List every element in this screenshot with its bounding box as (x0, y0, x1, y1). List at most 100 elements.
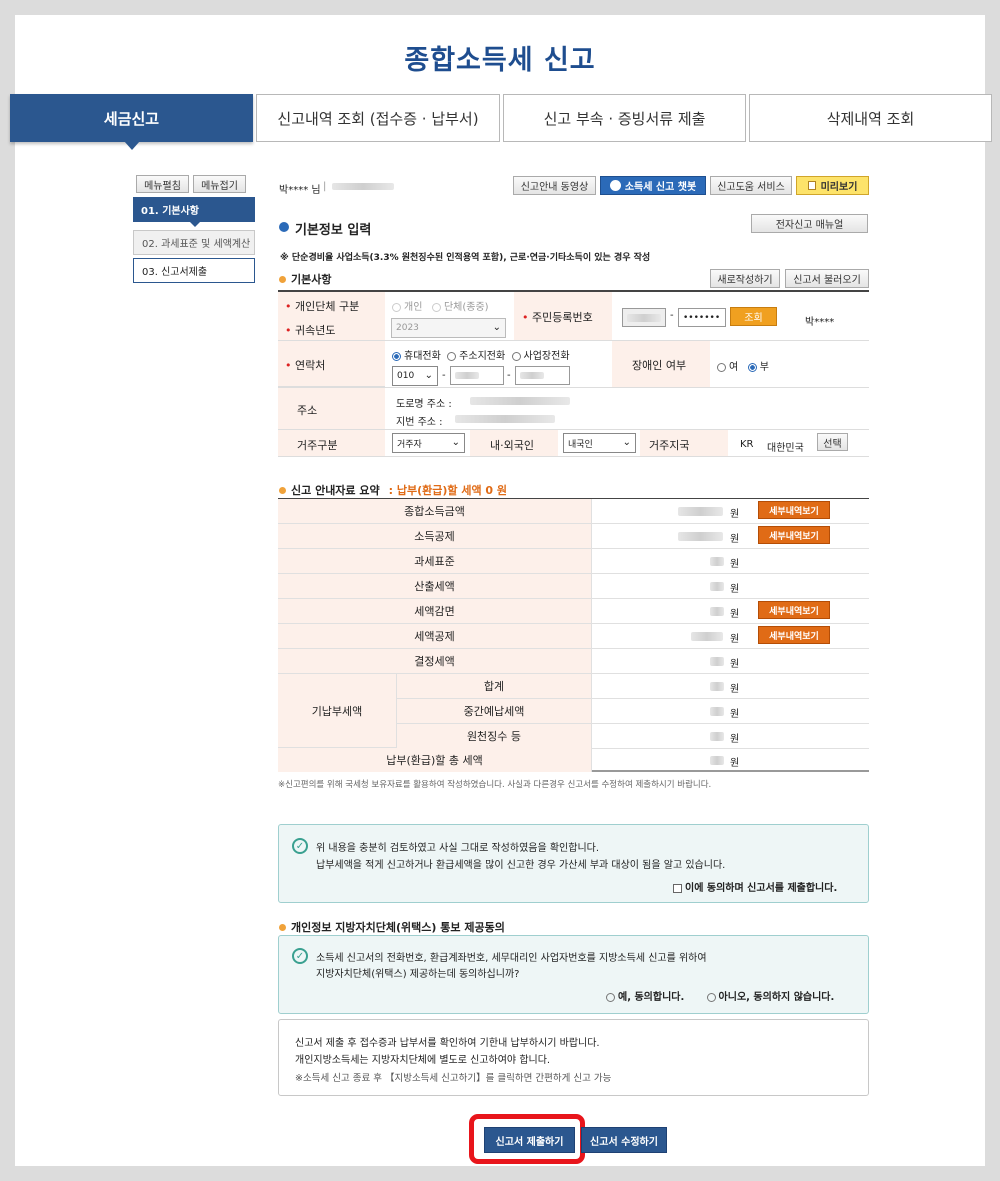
radio-individual[interactable] (392, 302, 401, 312)
preview-label: 미리보기 (820, 182, 858, 193)
e-filing-manual-button[interactable]: 전자신고 매뉴얼 (751, 214, 868, 233)
unit-won: 원 (730, 559, 740, 570)
active-tab-pointer (124, 141, 140, 150)
tab-tax-filing[interactable]: 세금신고 (10, 94, 253, 142)
radio-privacy-no[interactable] (706, 992, 716, 1002)
agree-checkbox[interactable] (673, 883, 682, 893)
country-label: 거주지국 (649, 439, 690, 452)
residence-select[interactable]: 거주자 ⌄ (392, 433, 465, 453)
prepaid-label: 기납부세액 (278, 674, 397, 748)
summary-row-label: 과세표준 (278, 549, 591, 573)
type-radio-group[interactable]: 개인 단체(종중) (392, 298, 489, 313)
agree-checkbox-label[interactable]: 이에 동의하며 신고서를 제출합니다. (673, 879, 837, 894)
residence-label: 거주구분 (297, 439, 338, 452)
rrn-dash: - (670, 310, 674, 321)
help-service-button[interactable]: 신고도움 서비스 (710, 176, 792, 195)
summary-row: 원천징수 등 원 (397, 724, 869, 749)
privacy-radio-group[interactable]: 예, 동의합니다. 아니오, 동의하지 않습니다. (606, 988, 834, 1003)
load-form-button[interactable]: 신고서 불러오기 (785, 269, 869, 288)
summary-column-divider (591, 499, 592, 772)
phone-prefix-select[interactable]: 010 ⌄ (392, 366, 438, 386)
address-label: 주소 (297, 404, 318, 417)
type-label: • 개인단체 구분 (285, 300, 360, 313)
preview-button[interactable]: 미리보기 (796, 176, 869, 195)
edit-return-button[interactable]: 신고서 수정하기 (581, 1127, 667, 1153)
chevron-down-icon: ⌄ (424, 370, 433, 381)
guide-video-button[interactable]: 신고안내 동영상 (513, 176, 596, 195)
value-blurred (710, 756, 724, 765)
basic-section-title: 기본사항 (279, 271, 331, 287)
summary-row-label: 합계 (397, 674, 591, 698)
summary-row-label: 종합소득금액 (278, 499, 591, 523)
step-submit[interactable]: 03. 신고서제출 (133, 258, 255, 283)
summary-row: 결정세액 원 (278, 649, 869, 674)
radio-disability-no[interactable] (747, 362, 757, 372)
submit-return-button[interactable]: 신고서 제출하기 (484, 1127, 575, 1153)
detail-button[interactable]: 세부내역보기 (758, 501, 830, 519)
label-cell-bg (278, 388, 385, 429)
radio-disability-yes[interactable] (717, 362, 726, 372)
radio-office-phone[interactable] (511, 351, 521, 361)
value-blurred (710, 657, 724, 666)
row-divider (278, 429, 869, 430)
road-address-label: 도로명 주소 : (396, 399, 452, 410)
section-bullet-icon (279, 222, 289, 232)
value-blurred (710, 732, 724, 741)
unit-won: 원 (730, 684, 740, 695)
check-circle-icon: ✓ (292, 838, 308, 854)
rrn-front-input[interactable] (622, 308, 666, 327)
privacy-box: ✓ 소득세 신고서의 전화번호, 환급계좌번호, 세무대리인 사업자번호를 지방… (278, 935, 869, 1014)
radio-privacy-yes[interactable] (606, 992, 615, 1002)
contact-label: • 연락처 (285, 359, 326, 372)
basic-info-note: ※ 단순경비율 사업소득(3.3% 원천징수된 인적용역 포함), 근로·연금·… (280, 253, 651, 263)
unit-won: 원 (730, 534, 740, 545)
disability-radio-group[interactable]: 여 부 (717, 358, 769, 373)
summary-row: 세액감면 원 세부내역보기 (278, 599, 869, 624)
country-select-button[interactable]: 선택 (817, 433, 848, 451)
detail-button[interactable]: 세부내역보기 (758, 601, 830, 619)
detail-button[interactable]: 세부내역보기 (758, 626, 830, 644)
new-form-button[interactable]: 새로작성하기 (710, 269, 780, 288)
summary-row-label: 산출세액 (278, 574, 591, 598)
confirm-box: ✓ 위 내용을 충분히 검토하였고 사실 그대로 작성하였음을 확인합니다. 납… (278, 824, 869, 903)
chatbot-icon (609, 180, 621, 191)
summary-total-row: 납부(환급)할 총 세액 원 (278, 748, 869, 772)
radio-mobile[interactable] (392, 351, 401, 361)
radio-group[interactable] (431, 302, 441, 312)
check-circle-icon: ✓ (292, 948, 308, 964)
summary-row: 과세표준 원 (278, 549, 869, 574)
step-tax-calc[interactable]: 02. 과세표준 및 세액계산 (133, 230, 255, 255)
chatbot-label: 소득세 신고 챗봇 (624, 182, 697, 193)
phone-dash: - (442, 370, 446, 381)
summary-row-label: 세액감면 (278, 599, 591, 623)
unit-won: 원 (730, 584, 740, 595)
tab-deleted-history[interactable]: 삭제내역 조회 (749, 94, 992, 142)
rrn-back-input[interactable]: ••••••• (678, 308, 726, 327)
rrn-lookup-button[interactable]: 조회 (730, 307, 777, 326)
summary-subtitle: : 납부(환급)할 세액 0 원 (388, 484, 508, 497)
tab-filing-history[interactable]: 신고내역 조회 (접수증 · 납부서) (256, 94, 500, 142)
nationality-select[interactable]: 내국인 ⌄ (563, 433, 636, 453)
menu-collapse-button[interactable]: 메뉴접기 (193, 175, 246, 193)
phone-last-input[interactable] (515, 366, 570, 385)
detail-button[interactable]: 세부내역보기 (758, 526, 830, 544)
unit-won: 원 (730, 758, 740, 769)
step-basic-info[interactable]: 01. 기본사항 (133, 197, 255, 222)
rrn-label: • 주민등록번호 (522, 311, 593, 324)
notice-line2: 개인지방소득세는 지방자치단체에 별도로 신고하여야 합니다. (295, 1055, 551, 1066)
summary-footnote: ※신고편의를 위해 국세청 보유자료를 활용하여 작성하였습니다. 사실과 다른… (278, 780, 712, 790)
page-title: 종합소득세 신고 (404, 45, 596, 76)
step-pointer (190, 222, 200, 227)
chatbot-button[interactable]: 소득세 신고 챗봇 (600, 176, 706, 195)
tab-attach-docs[interactable]: 신고 부속 · 증빙서류 제출 (503, 94, 746, 142)
unit-won: 원 (730, 734, 740, 745)
year-select[interactable]: 2023 ⌄ (391, 318, 506, 338)
phone-type-radio-group[interactable]: 휴대전화 주소지전화 사업장전화 (392, 347, 570, 362)
preview-icon (807, 181, 816, 190)
value-blurred (678, 507, 723, 516)
menu-expand-button[interactable]: 메뉴펼침 (136, 175, 189, 193)
phone-middle-input[interactable] (450, 366, 504, 385)
summary-row: 산출세액 원 (278, 574, 869, 599)
summary-total-label: 납부(환급)할 총 세액 (278, 748, 591, 772)
radio-home-phone[interactable] (447, 351, 457, 361)
